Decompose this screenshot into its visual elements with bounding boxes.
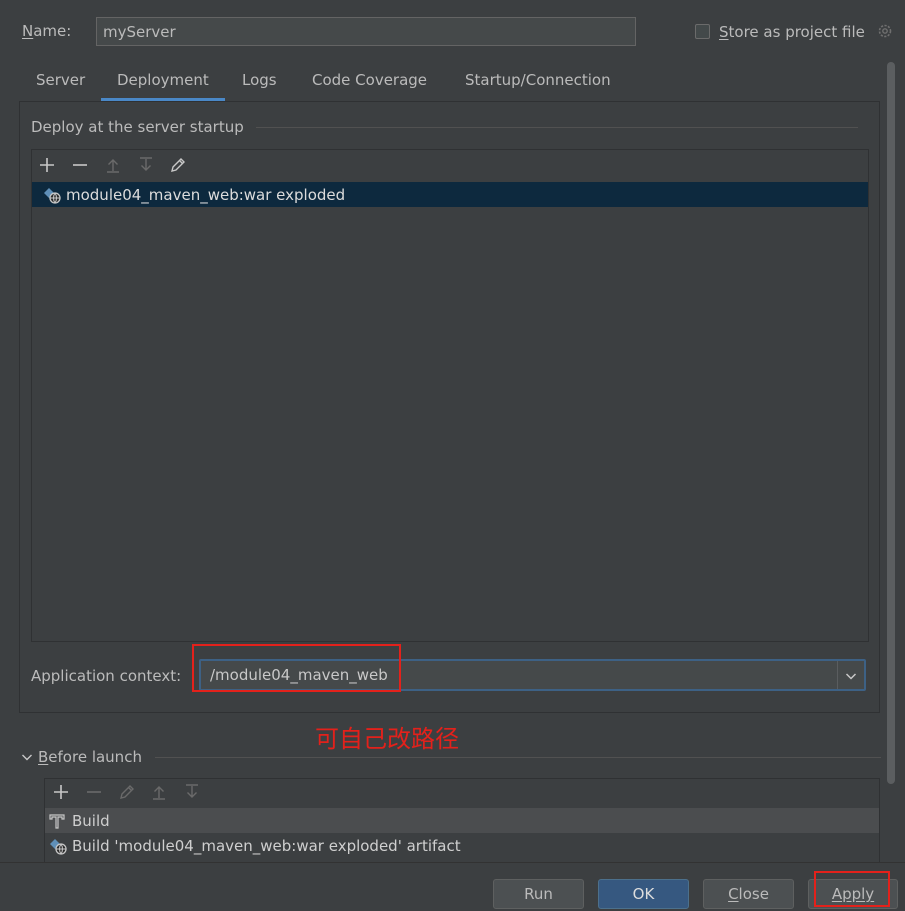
- deployment-list: [31, 149, 869, 642]
- build-icon: [49, 814, 65, 829]
- ok-button[interactable]: OK: [598, 879, 689, 909]
- artifact-web-icon: [44, 188, 61, 204]
- before-launch-item-label: Build 'module04_maven_web:war exploded' …: [72, 837, 461, 855]
- before-launch-title-rest: efore launch: [48, 748, 142, 766]
- name-input[interactable]: [96, 17, 636, 46]
- annotation-text: 可自己改路径: [315, 725, 459, 753]
- before-launch-title[interactable]: Before launch: [38, 746, 142, 768]
- before-launch-mnemonic: B: [38, 748, 49, 766]
- close-button[interactable]: Close: [703, 879, 794, 909]
- edit-icon[interactable]: [169, 156, 187, 174]
- annotation-highlight-box: [814, 871, 890, 907]
- chevron-down-icon[interactable]: [843, 668, 859, 684]
- store-mnemonic: S: [719, 23, 729, 41]
- chevron-down-icon[interactable]: [20, 750, 34, 764]
- move-up-icon[interactable]: [150, 783, 168, 801]
- deploy-section-title: Deploy at the server startup: [31, 118, 244, 136]
- move-up-icon[interactable]: [104, 156, 122, 174]
- remove-icon[interactable]: [85, 783, 103, 801]
- move-down-icon[interactable]: [137, 156, 155, 174]
- section-divider: [256, 127, 858, 128]
- store-as-project-file-checkbox[interactable]: [695, 24, 710, 39]
- gear-icon[interactable]: [876, 22, 894, 40]
- artifact-web-icon: [50, 839, 67, 855]
- run-button[interactable]: Run: [493, 879, 584, 909]
- application-context-label: Application context:: [31, 667, 182, 685]
- before-launch-item-label: Build: [72, 812, 110, 830]
- close-label-rest: lose: [738, 885, 769, 903]
- remove-icon[interactable]: [71, 156, 89, 174]
- tab-startup-connection[interactable]: Startup/Connection: [465, 70, 611, 90]
- name-label-rest: ame:: [33, 22, 72, 40]
- tab-server[interactable]: Server: [36, 70, 85, 90]
- move-down-icon[interactable]: [183, 783, 201, 801]
- tab-deployment[interactable]: Deployment: [117, 70, 209, 90]
- add-icon[interactable]: [38, 156, 56, 174]
- name-label: Name:: [22, 21, 71, 41]
- edit-icon[interactable]: [118, 783, 136, 801]
- combobox-divider: [837, 661, 838, 689]
- name-mnemonic: N: [22, 22, 34, 40]
- tab-code-coverage[interactable]: Code Coverage: [312, 70, 427, 90]
- close-mnemonic: C: [728, 885, 739, 903]
- annotation-highlight-box: [192, 644, 401, 692]
- store-as-project-file-label[interactable]: Store as project file: [719, 21, 865, 43]
- add-icon[interactable]: [52, 783, 70, 801]
- store-label-rest: tore as project file: [728, 23, 865, 41]
- tab-logs[interactable]: Logs: [242, 70, 277, 90]
- deployment-item-label: module04_maven_web:war exploded: [66, 186, 346, 204]
- section-divider: [155, 757, 881, 758]
- scrollbar-thumb[interactable]: [887, 62, 895, 784]
- before-launch-item-row[interactable]: [45, 808, 879, 833]
